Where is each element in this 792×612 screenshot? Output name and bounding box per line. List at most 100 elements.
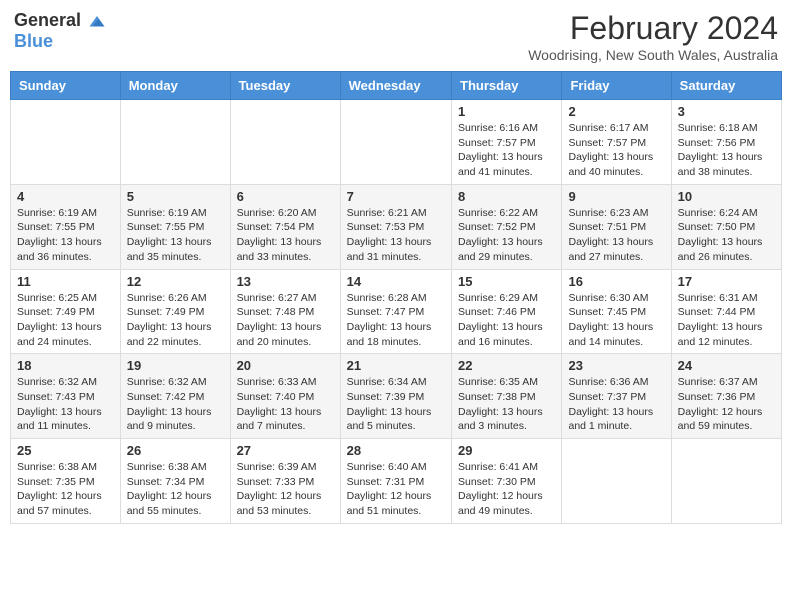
calendar-week-5: 25Sunrise: 6:38 AMSunset: 7:35 PMDayligh… xyxy=(11,439,782,524)
calendar-cell: 20 Sunrise: 6:33 AMSunset: 7:40 PMDayligh… xyxy=(230,354,340,439)
day-number: 17 xyxy=(678,274,775,289)
calendar-cell: 8 Sunrise: 6:22 AMSunset: 7:52 PMDaylight… xyxy=(452,184,562,269)
day-number: 13 xyxy=(237,274,334,289)
calendar-header-row: SundayMondayTuesdayWednesdayThursdayFrid… xyxy=(11,72,782,100)
calendar-cell: 23 Sunrise: 6:36 AMSunset: 7:37 PMDayligh… xyxy=(562,354,671,439)
day-info: Sunrise: 6:16 AMSunset: 7:57 PMDaylight:… xyxy=(458,121,555,180)
calendar-cell: 10 Sunrise: 6:24 AMSunset: 7:50 PMDayligh… xyxy=(671,184,781,269)
calendar-cell: 22 Sunrise: 6:35 AMSunset: 7:38 PMDayligh… xyxy=(452,354,562,439)
calendar-cell: 15 Sunrise: 6:29 AMSunset: 7:46 PMDayligh… xyxy=(452,269,562,354)
day-info: Sunrise: 6:19 AMSunset: 7:55 PMDaylight:… xyxy=(17,206,114,265)
day-info: Sunrise: 6:22 AMSunset: 7:52 PMDaylight:… xyxy=(458,206,555,265)
day-info: Sunrise: 6:26 AMSunset: 7:49 PMDaylight:… xyxy=(127,291,224,350)
day-info: Sunrise: 6:30 AMSunset: 7:45 PMDaylight:… xyxy=(568,291,664,350)
day-number: 8 xyxy=(458,189,555,204)
day-info: Sunrise: 6:19 AMSunset: 7:55 PMDaylight:… xyxy=(127,206,224,265)
day-info: Sunrise: 6:28 AMSunset: 7:47 PMDaylight:… xyxy=(347,291,445,350)
calendar-week-2: 4 Sunrise: 6:19 AMSunset: 7:55 PMDaylight… xyxy=(11,184,782,269)
calendar-cell: 17 Sunrise: 6:31 AMSunset: 7:44 PMDayligh… xyxy=(671,269,781,354)
day-number: 16 xyxy=(568,274,664,289)
day-info: Sunrise: 6:36 AMSunset: 7:37 PMDaylight:… xyxy=(568,375,664,434)
calendar-cell xyxy=(230,100,340,185)
logo-blue: Blue xyxy=(14,31,53,51)
calendar-cell: 11 Sunrise: 6:25 AMSunset: 7:49 PMDayligh… xyxy=(11,269,121,354)
day-number: 4 xyxy=(17,189,114,204)
page-header: General Blue February 2024 Woodrising, N… xyxy=(10,10,782,63)
day-info: Sunrise: 6:27 AMSunset: 7:48 PMDaylight:… xyxy=(237,291,334,350)
day-info: Sunrise: 6:24 AMSunset: 7:50 PMDaylight:… xyxy=(678,206,775,265)
day-info: Sunrise: 6:41 AMSunset: 7:30 PMDaylight:… xyxy=(458,460,555,519)
day-number: 2 xyxy=(568,104,664,119)
calendar-header-monday: Monday xyxy=(120,72,230,100)
calendar-cell: 28 Sunrise: 6:40 AMSunset: 7:31 PMDayligh… xyxy=(340,439,451,524)
calendar-header-wednesday: Wednesday xyxy=(340,72,451,100)
calendar-table: SundayMondayTuesdayWednesdayThursdayFrid… xyxy=(10,71,782,524)
day-number: 5 xyxy=(127,189,224,204)
calendar-cell: 27 Sunrise: 6:39 AMSunset: 7:33 PMDayligh… xyxy=(230,439,340,524)
subtitle: Woodrising, New South Wales, Australia xyxy=(528,47,778,63)
day-number: 11 xyxy=(17,274,114,289)
day-info: Sunrise: 6:31 AMSunset: 7:44 PMDaylight:… xyxy=(678,291,775,350)
day-number: 14 xyxy=(347,274,445,289)
day-number: 6 xyxy=(237,189,334,204)
day-number: 21 xyxy=(347,358,445,373)
day-number: 28 xyxy=(347,443,445,458)
calendar-cell: 2 Sunrise: 6:17 AMSunset: 7:57 PMDaylight… xyxy=(562,100,671,185)
day-info: Sunrise: 6:39 AMSunset: 7:33 PMDaylight:… xyxy=(237,460,334,519)
logo: General Blue xyxy=(14,10,106,52)
day-info: Sunrise: 6:20 AMSunset: 7:54 PMDaylight:… xyxy=(237,206,334,265)
calendar-header-tuesday: Tuesday xyxy=(230,72,340,100)
calendar-cell: 4 Sunrise: 6:19 AMSunset: 7:55 PMDaylight… xyxy=(11,184,121,269)
calendar-cell: 9Sunrise: 6:23 AMSunset: 7:51 PMDaylight… xyxy=(562,184,671,269)
day-number: 12 xyxy=(127,274,224,289)
day-number: 18 xyxy=(17,358,114,373)
logo-general: General xyxy=(14,10,81,30)
day-number: 15 xyxy=(458,274,555,289)
day-info: Sunrise: 6:32 AMSunset: 7:42 PMDaylight:… xyxy=(127,375,224,434)
day-number: 10 xyxy=(678,189,775,204)
calendar-cell: 18 Sunrise: 6:32 AMSunset: 7:43 PMDayligh… xyxy=(11,354,121,439)
main-title: February 2024 xyxy=(528,10,778,47)
calendar-header-saturday: Saturday xyxy=(671,72,781,100)
calendar-cell: 25Sunrise: 6:38 AMSunset: 7:35 PMDayligh… xyxy=(11,439,121,524)
calendar-cell: 5 Sunrise: 6:19 AMSunset: 7:55 PMDaylight… xyxy=(120,184,230,269)
day-info: Sunrise: 6:25 AMSunset: 7:49 PMDaylight:… xyxy=(17,291,114,350)
day-number: 27 xyxy=(237,443,334,458)
logo-text: General Blue xyxy=(14,10,106,52)
calendar-cell: 26 Sunrise: 6:38 AMSunset: 7:34 PMDayligh… xyxy=(120,439,230,524)
day-number: 23 xyxy=(568,358,664,373)
day-number: 19 xyxy=(127,358,224,373)
day-number: 20 xyxy=(237,358,334,373)
calendar-cell: 24 Sunrise: 6:37 AMSunset: 7:36 PMDayligh… xyxy=(671,354,781,439)
calendar-cell xyxy=(11,100,121,185)
calendar-header-sunday: Sunday xyxy=(11,72,121,100)
day-number: 7 xyxy=(347,189,445,204)
day-info: Sunrise: 6:38 AMSunset: 7:34 PMDaylight:… xyxy=(127,460,224,519)
day-info: Sunrise: 6:33 AMSunset: 7:40 PMDaylight:… xyxy=(237,375,334,434)
day-info: Sunrise: 6:40 AMSunset: 7:31 PMDaylight:… xyxy=(347,460,445,519)
day-info: Sunrise: 6:35 AMSunset: 7:38 PMDaylight:… xyxy=(458,375,555,434)
logo-icon xyxy=(88,13,106,31)
day-info: Sunrise: 6:38 AMSunset: 7:35 PMDaylight:… xyxy=(17,460,114,519)
calendar-cell xyxy=(562,439,671,524)
day-number: 24 xyxy=(678,358,775,373)
day-info: Sunrise: 6:29 AMSunset: 7:46 PMDaylight:… xyxy=(458,291,555,350)
calendar-cell: 3Sunrise: 6:18 AMSunset: 7:56 PMDaylight… xyxy=(671,100,781,185)
day-info: Sunrise: 6:32 AMSunset: 7:43 PMDaylight:… xyxy=(17,375,114,434)
calendar-week-4: 18 Sunrise: 6:32 AMSunset: 7:43 PMDayligh… xyxy=(11,354,782,439)
day-number: 26 xyxy=(127,443,224,458)
calendar-cell xyxy=(340,100,451,185)
day-info: Sunrise: 6:18 AMSunset: 7:56 PMDaylight:… xyxy=(678,121,775,180)
calendar-cell: 14 Sunrise: 6:28 AMSunset: 7:47 PMDayligh… xyxy=(340,269,451,354)
day-number: 1 xyxy=(458,104,555,119)
calendar-cell: 13 Sunrise: 6:27 AMSunset: 7:48 PMDayligh… xyxy=(230,269,340,354)
calendar-week-3: 11 Sunrise: 6:25 AMSunset: 7:49 PMDayligh… xyxy=(11,269,782,354)
calendar-cell: 21Sunrise: 6:34 AMSunset: 7:39 PMDayligh… xyxy=(340,354,451,439)
day-info: Sunrise: 6:21 AMSunset: 7:53 PMDaylight:… xyxy=(347,206,445,265)
day-info: Sunrise: 6:37 AMSunset: 7:36 PMDaylight:… xyxy=(678,375,775,434)
calendar-cell: 1 Sunrise: 6:16 AMSunset: 7:57 PMDaylight… xyxy=(452,100,562,185)
day-number: 29 xyxy=(458,443,555,458)
day-info: Sunrise: 6:17 AMSunset: 7:57 PMDaylight:… xyxy=(568,121,664,180)
calendar-week-1: 1 Sunrise: 6:16 AMSunset: 7:57 PMDaylight… xyxy=(11,100,782,185)
day-number: 22 xyxy=(458,358,555,373)
